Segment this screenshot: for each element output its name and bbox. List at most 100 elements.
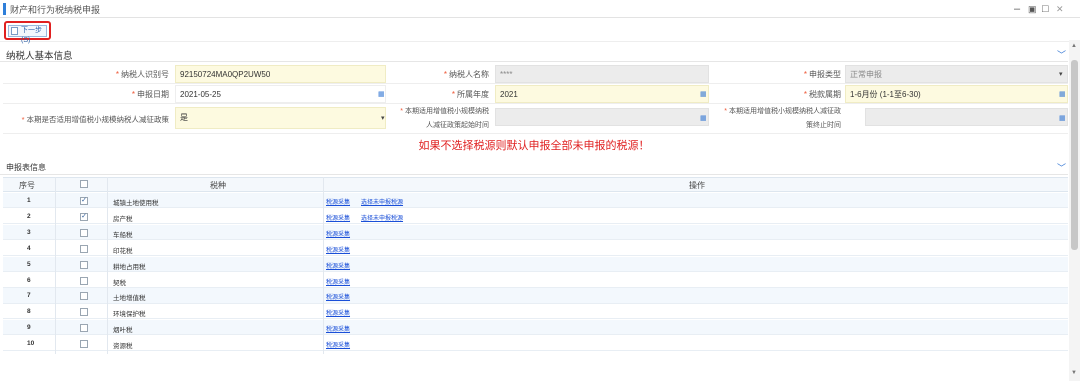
row-checkbox[interactable] (80, 244, 88, 253)
row-checkbox[interactable] (80, 276, 88, 285)
row-number: 6 (27, 276, 31, 284)
next-step-label: 下一步(S) (21, 27, 42, 44)
table-row: 8 环境保护税 税源采集 (3, 304, 1068, 320)
policy-caret-icon[interactable]: ▾ (381, 114, 385, 122)
collect-source-link[interactable]: 税源采集 (326, 197, 350, 206)
row-checkbox[interactable] (80, 340, 88, 349)
tax-type: 土地增值税 (113, 295, 146, 303)
declare-type-select[interactable]: 正常申报 (845, 65, 1068, 83)
policy-end-label-2: 策终止时间 (806, 122, 841, 129)
table-row: 9 烟叶税 税源采集 (3, 320, 1068, 336)
tax-type: 城镇土地使用税 (113, 200, 159, 207)
taxpayer-name-field[interactable]: **** (495, 65, 709, 83)
form-row-1: * 纳税人识别号 92150724MA0QP2UW50 * 纳税人名称 **** *… (3, 64, 1068, 84)
collect-source-link[interactable]: 税源采集 (326, 308, 350, 317)
row-checkbox[interactable] (80, 292, 88, 301)
title-accent-bar (3, 3, 6, 15)
table-row: 5 耕地占用税 税源采集 (3, 256, 1068, 272)
tax-type: 资源税 (113, 343, 133, 351)
year-field[interactable]: 2021 (495, 85, 709, 103)
row-checkbox[interactable] (80, 260, 88, 269)
restore-button[interactable]: ▣ (1028, 2, 1037, 16)
next-button-highlight: 下一步(S) (4, 21, 51, 44)
scroll-up-icon[interactable]: ▲ (1071, 43, 1077, 49)
calendar-icon[interactable]: ▦ (700, 90, 707, 98)
taxpayer-name-label: * 纳税人名称 (443, 70, 489, 79)
calendar-icon[interactable]: ▦ (378, 90, 385, 98)
calendar-icon[interactable]: ▦ (700, 114, 707, 122)
taxpayer-id-label: * 纳税人识别号 (115, 70, 169, 79)
warning-message: 如果不选择税源则默认申报全部未申报的税源！ (418, 140, 650, 152)
row-number: 9 (27, 324, 31, 332)
scroll-down-icon[interactable]: ▼ (1071, 370, 1077, 376)
window-titlebar: 财产和行为税纳税申报 – ▣ □ ✕ (0, 0, 1080, 18)
row-number: 2 (27, 212, 31, 220)
collect-source-link[interactable]: 税源采集 (326, 229, 350, 238)
declare-date-field[interactable]: 2021-05-25 (175, 85, 386, 103)
policy-start-label-2: 人减征政策起始时间 (426, 122, 489, 129)
chevron-down-icon[interactable]: ﹀ (1057, 48, 1066, 61)
row-checkbox[interactable] (80, 228, 88, 237)
tax-type: 耕地占用税 (113, 263, 146, 271)
basic-info-header[interactable]: 纳税人基本信息 ﹀ (0, 44, 1068, 62)
col-tax-header: 税种 (210, 181, 226, 190)
row-checkbox[interactable] (80, 308, 88, 317)
collect-source-link[interactable]: 税源采集 (326, 213, 350, 222)
tax-type: 烟叶税 (113, 327, 133, 335)
declare-type-caret-icon[interactable]: ▾ (1059, 70, 1063, 78)
row-number: 1 (27, 197, 31, 204)
column-divider (107, 177, 108, 354)
col-op-header: 操作 (689, 181, 705, 190)
row-number: 3 (27, 228, 31, 236)
declare-type-label: * 申报类型 (803, 70, 841, 79)
window-title: 财产和行为税纳税申报 (10, 5, 101, 15)
next-step-button[interactable]: 下一步(S) (8, 25, 47, 44)
table-row: 3 车船税 税源采集 (3, 224, 1068, 240)
tax-type: 房产税 (113, 215, 133, 223)
declaration-header[interactable]: 申报表信息 ﹀ (0, 158, 1068, 175)
row-number: 4 (27, 244, 31, 252)
year-label: * 所属年度 (451, 90, 489, 99)
vertical-scrollbar[interactable]: ▲ ▼ (1069, 40, 1080, 381)
declaration-title: 申报表信息 (6, 163, 46, 172)
row-checkbox[interactable]: ✓ (80, 197, 88, 205)
policy-end-label: * 本期适用增值税小规模纳税人减征政 (724, 108, 841, 115)
collect-source-link[interactable]: 税源采集 (326, 292, 350, 301)
collect-source-link[interactable]: 税源采集 (326, 261, 350, 270)
basic-info-title: 纳税人基本信息 (6, 51, 73, 62)
taxpayer-id-field[interactable]: 92150724MA0QP2UW50 (175, 65, 386, 83)
period-field[interactable]: 1-6月份 (1-1至6-30) (845, 85, 1068, 103)
row-checkbox[interactable]: ✓ (80, 212, 88, 221)
table-header: 序号 税种 操作 (3, 177, 1068, 192)
collect-source-link[interactable]: 税源采集 (326, 245, 350, 254)
row-number: 5 (27, 260, 31, 268)
row-checkbox[interactable] (80, 324, 88, 333)
collect-source-link[interactable]: 税源采集 (326, 340, 350, 349)
form-row-2: * 申报日期 2021-05-25 ▦ * 所属年度 2021 ▦ * 税款属期 1-… (3, 84, 1068, 104)
close-button[interactable]: ✕ (1056, 2, 1064, 16)
row-number: 10 (27, 340, 35, 348)
calendar-icon[interactable]: ▦ (1059, 90, 1066, 98)
row-number: 8 (27, 308, 31, 316)
form-row-3: * 本期是否适用增值税小规模纳税人减征政策 是 ▾ * 本期适用增值税小规模纳税 人… (3, 104, 1068, 134)
policy-end-field[interactable] (865, 108, 1068, 126)
policy-label: * 本期是否适用增值税小规模纳税人减征政策 (21, 115, 169, 124)
select-unreported-source-link[interactable]: 选择未申报税源 (361, 197, 403, 206)
table-row: 10 资源税 税源采集 (3, 336, 1068, 352)
collect-source-link[interactable]: 税源采集 (326, 324, 350, 333)
select-all-checkbox[interactable] (80, 180, 88, 188)
tax-type: 车船税 (113, 231, 133, 239)
calendar-icon[interactable]: ▦ (1059, 114, 1066, 122)
scrollbar-thumb[interactable] (1071, 60, 1078, 250)
table-row: 7 土地增值税 税源采集 (3, 288, 1068, 304)
column-divider (55, 177, 56, 354)
minimize-button[interactable]: – (1014, 2, 1020, 16)
policy-select[interactable]: 是 (175, 107, 386, 129)
maximize-button[interactable]: □ (1042, 2, 1049, 16)
document-icon (11, 27, 18, 35)
select-unreported-source-link[interactable]: 选择未申报税源 (361, 213, 403, 222)
collect-source-link[interactable]: 税源采集 (326, 277, 350, 286)
chevron-down-icon[interactable]: ﹀ (1057, 161, 1066, 174)
table-row: 2 ✓ 房产税 税源采集 选择未申报税源 (3, 209, 1068, 225)
policy-start-field[interactable] (495, 108, 709, 126)
